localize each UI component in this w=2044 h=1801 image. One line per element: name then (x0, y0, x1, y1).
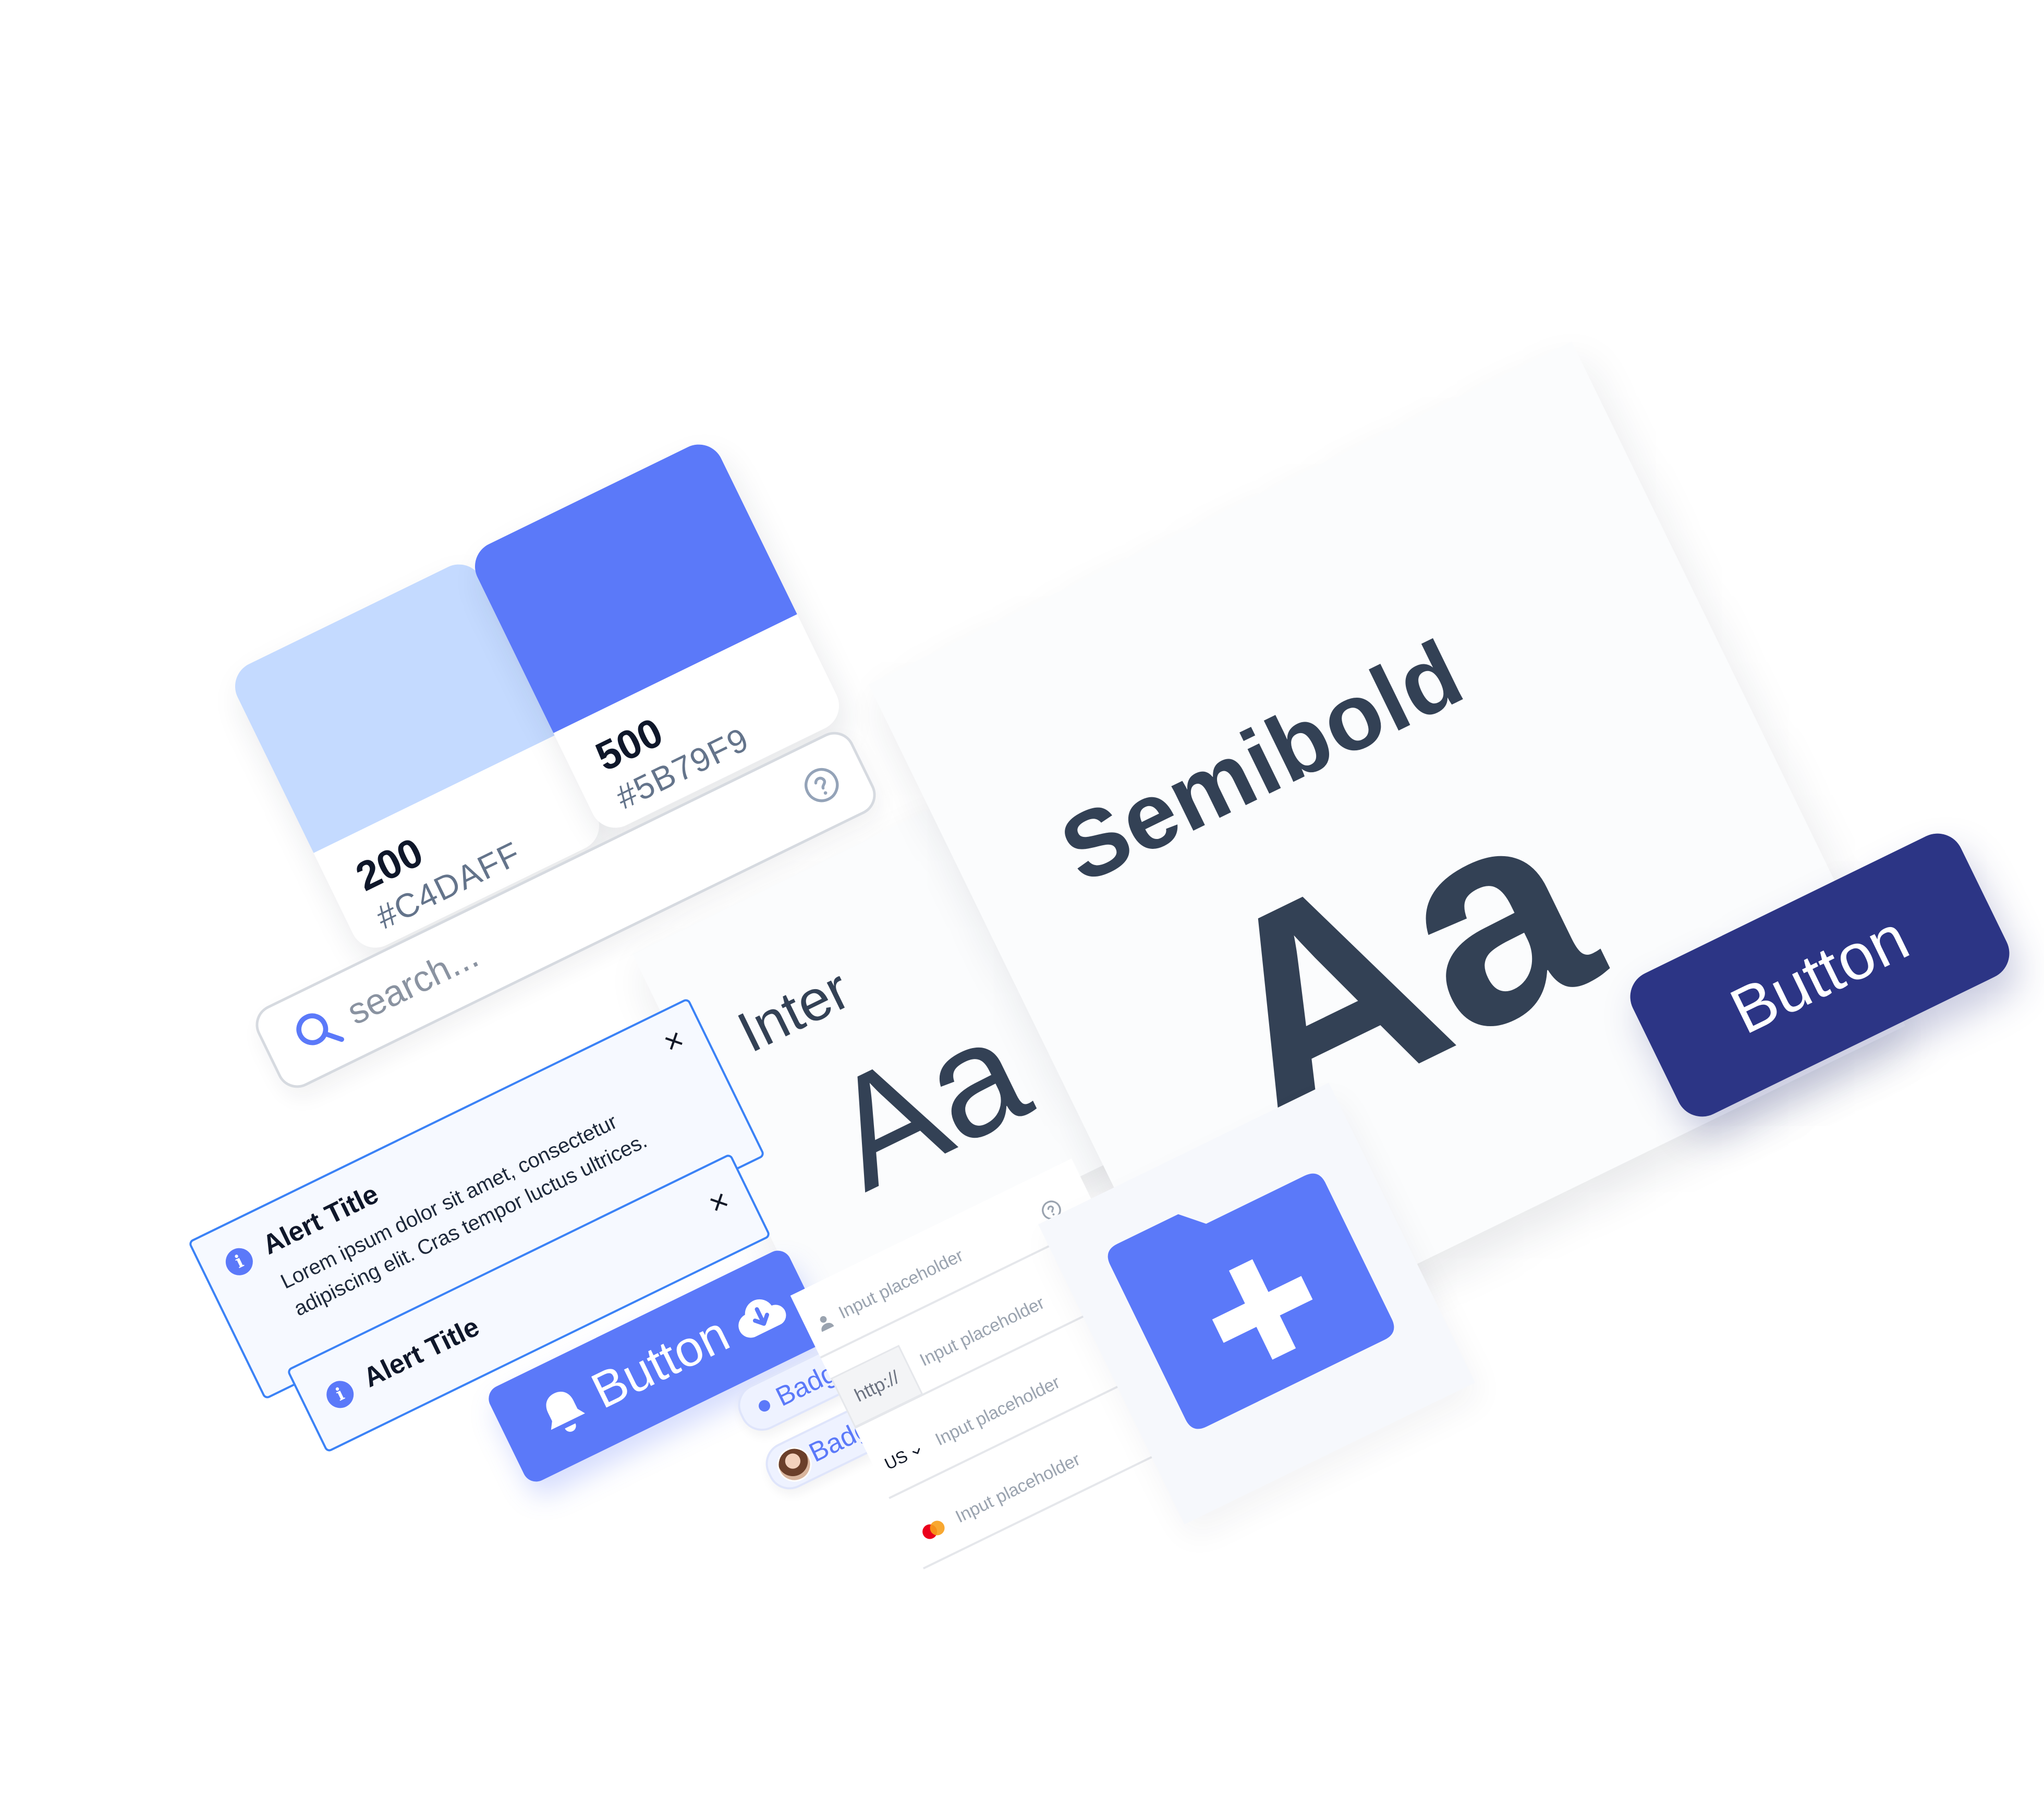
help-circle-icon[interactable] (797, 760, 847, 810)
search-icon (296, 1013, 344, 1045)
user-icon (820, 1316, 834, 1332)
close-icon[interactable]: × (658, 1020, 690, 1061)
input-placeholder: Input placeholder (952, 1449, 1084, 1527)
button-label: Button (583, 1306, 738, 1419)
country-select[interactable]: US (882, 1446, 911, 1474)
design-system-showcase: 200 #C4DAFF 500 #5B79F9 Inter Aa Semibol… (0, 0, 2044, 1801)
info-icon: i (322, 1376, 359, 1413)
cloud-download-icon (738, 1299, 786, 1338)
input-placeholder: Input placeholder (916, 1293, 1048, 1370)
input-placeholder: Input placeholder (932, 1372, 1063, 1450)
close-icon[interactable]: × (703, 1182, 735, 1222)
mastercard-icon (922, 1520, 945, 1539)
info-icon: i (221, 1243, 258, 1280)
bell-icon (546, 1392, 585, 1432)
search-input[interactable]: search... (340, 934, 484, 1033)
status-dot-icon (757, 1398, 772, 1414)
chevron-down-icon[interactable] (909, 1444, 924, 1459)
